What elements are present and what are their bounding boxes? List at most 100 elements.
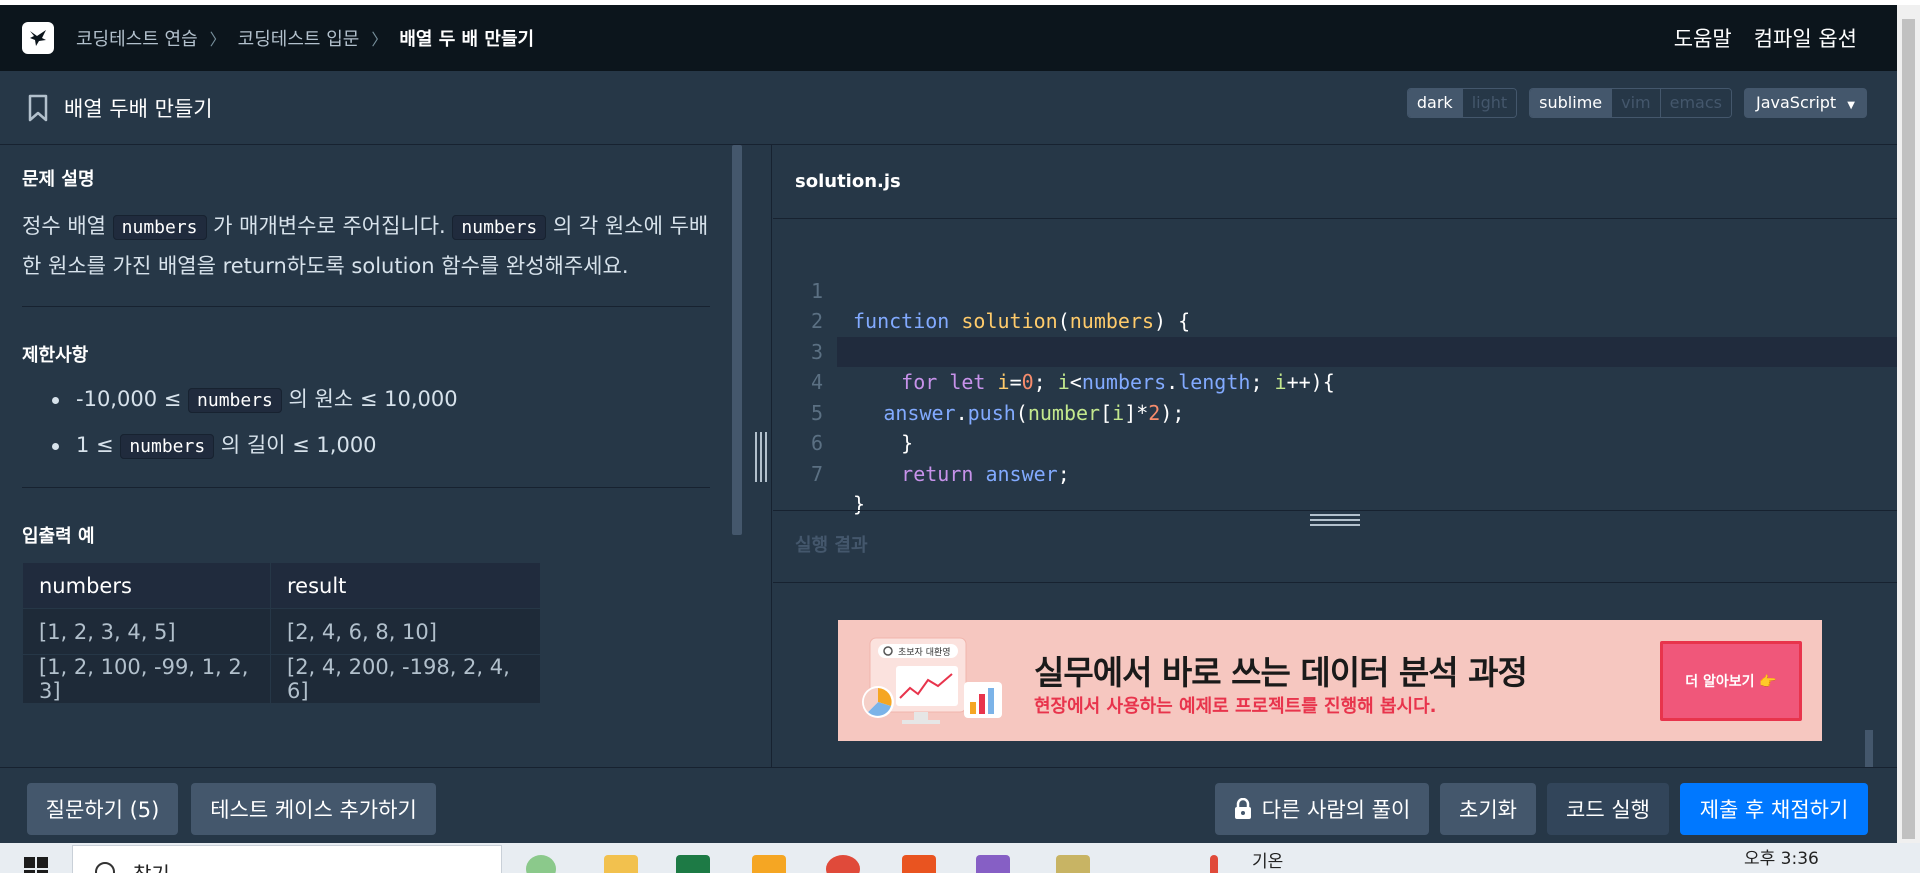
logo-bird-icon bbox=[30, 30, 46, 46]
compile-options-link[interactable]: 컴파일 옵션 bbox=[1754, 23, 1857, 53]
table-header-row: numbers result bbox=[22, 562, 541, 609]
code-line: 5 } bbox=[773, 367, 1897, 456]
keymap-vim-button[interactable]: vim bbox=[1611, 89, 1660, 117]
chrome-icon[interactable] bbox=[826, 855, 860, 873]
keymap-toggle: sublime vim emacs bbox=[1529, 88, 1732, 118]
line-number: 7 bbox=[810, 461, 823, 486]
learn-more-button[interactable]: 더 알아보기 👉 bbox=[1660, 641, 1802, 721]
bookmark-icon[interactable] bbox=[26, 94, 50, 122]
code-line: 6 return answer; bbox=[773, 398, 1897, 486]
ubuntu-icon[interactable] bbox=[902, 855, 936, 873]
code-line: 2 var answer = []; bbox=[773, 276, 1897, 364]
search-placeholder: 찾기 bbox=[133, 858, 170, 873]
code-numbers: numbers bbox=[452, 215, 547, 240]
programmers-ide-page: 코딩테스트 연습 〉 코딩테스트 입문 〉 배열 두 배 만들기 도움말 컴파일… bbox=[0, 0, 1920, 873]
code-numbers: numbers bbox=[188, 388, 282, 413]
table-cell: [1, 2, 100, -99, 1, 2, 3] bbox=[22, 654, 271, 704]
excel-icon[interactable] bbox=[676, 855, 710, 873]
banner-subtitle: 현장에서 사용하는 예제로 프로젝트를 진행해 봅시다. bbox=[1034, 696, 1437, 717]
folder-icon[interactable] bbox=[604, 855, 638, 873]
programmers-logo[interactable] bbox=[22, 22, 54, 54]
problem-title: 배열 두배 만들기 bbox=[64, 96, 213, 121]
other-solutions-button[interactable]: 다른 사람의 풀이 bbox=[1215, 783, 1429, 835]
limits-list: -10,000 ≤ numbers 의 원소 ≤ 10,000 1 ≤ numb… bbox=[52, 377, 710, 469]
table-cell: [2, 4, 200, -198, 2, 4, 6] bbox=[270, 654, 541, 704]
chevron-right-icon: 〉 bbox=[371, 30, 388, 49]
theme-light-button[interactable]: light bbox=[1461, 89, 1517, 117]
code-numbers: numbers bbox=[120, 434, 215, 459]
table-row: [1, 2, 100, -99, 1, 2, 3] [2, 4, 200, -1… bbox=[22, 654, 541, 704]
description-part: 정수 배열 bbox=[22, 214, 113, 238]
windows-start-icon[interactable] bbox=[24, 857, 48, 873]
submit-button[interactable]: 제출 후 채점하기 bbox=[1680, 783, 1868, 835]
editor-divider bbox=[773, 218, 1897, 219]
limit-text: 의 길이 ≤ 1,000 bbox=[214, 433, 377, 457]
banner-badge: 초보자 대환영 bbox=[898, 646, 951, 658]
lock-icon bbox=[1234, 798, 1251, 819]
breadcrumb-intro[interactable]: 코딩테스트 입문 bbox=[238, 25, 360, 51]
breadcrumb-practice[interactable]: 코딩테스트 연습 bbox=[76, 25, 198, 51]
description-text: 정수 배열 numbers 가 매개변수로 주어집니다. numbers 의 각… bbox=[22, 207, 712, 286]
problem-scrollbar[interactable] bbox=[732, 145, 742, 535]
theme-dark-button[interactable]: dark bbox=[1407, 89, 1462, 117]
thermometer-icon bbox=[1210, 855, 1218, 873]
limits-heading: 제한사항 bbox=[22, 345, 89, 366]
column-header: numbers bbox=[22, 562, 271, 609]
column-header: result bbox=[270, 562, 541, 609]
description-part: 가 매개변수로 주어집니다. bbox=[206, 214, 453, 238]
notes-app-icon[interactable] bbox=[752, 855, 786, 873]
banner-illustration: 초보자 대환영 bbox=[856, 632, 1006, 732]
keymap-sublime-button[interactable]: sublime bbox=[1530, 89, 1612, 117]
code-editor[interactable]: solution.js 1 function solution(numbers)… bbox=[773, 145, 1897, 517]
language-select[interactable]: JavaScript ▼ bbox=[1744, 88, 1867, 118]
chevron-right-icon: 〉 bbox=[209, 30, 226, 49]
scrollbar-thumb[interactable] bbox=[1902, 19, 1915, 839]
breadcrumb: 코딩테스트 연습 〉 코딩테스트 입문 〉 배열 두 배 만들기 bbox=[76, 25, 534, 51]
ad-banner[interactable]: 초보자 대환영 실무에서 바로 쓰는 데이터 분석 과정 현장에서 사용하는 예… bbox=[838, 620, 1822, 741]
io-heading: 입출력 예 bbox=[22, 526, 95, 547]
code-text: return answer; bbox=[901, 461, 1070, 486]
editor-filename: solution.js bbox=[795, 171, 901, 192]
section-divider bbox=[22, 487, 710, 488]
vertical-resize-handle[interactable] bbox=[753, 432, 769, 482]
horizontal-resize-handle[interactable] bbox=[1310, 514, 1360, 528]
table-cell: [1, 2, 3, 4, 5] bbox=[22, 608, 271, 655]
limit-item: -10,000 ≤ numbers 의 원소 ≤ 10,000 bbox=[52, 377, 710, 423]
visual-studio-icon[interactable] bbox=[976, 855, 1010, 873]
line-number: 3 bbox=[810, 339, 823, 364]
code-area[interactable]: 1 function solution(numbers) { 2 var ans… bbox=[773, 245, 1897, 517]
search-icon bbox=[95, 862, 115, 873]
result-scrollbar[interactable] bbox=[1865, 730, 1873, 767]
code-line: 1 function solution(numbers) { bbox=[773, 245, 1897, 334]
code-line: 7 } bbox=[773, 428, 1897, 517]
description-heading: 문제 설명 bbox=[22, 169, 95, 190]
nav-actions: 도움말 컴파일 옵션 bbox=[1674, 23, 1857, 53]
problem-panel[interactable]: 문제 설명 정수 배열 numbers 가 매개변수로 주어집니다. numbe… bbox=[0, 145, 772, 767]
action-bar: 질문하기 (5) 테스트 케이스 추가하기 다른 사람의 풀이 초기화 코드 실… bbox=[0, 767, 1897, 843]
table-row: [1, 2, 3, 4, 5] [2, 4, 6, 8, 10] bbox=[22, 608, 541, 655]
top-navigation: 코딩테스트 연습 〉 코딩테스트 입문 〉 배열 두 배 만들기 도움말 컴파일… bbox=[0, 5, 1897, 71]
app-icon[interactable] bbox=[1056, 855, 1090, 873]
help-link[interactable]: 도움말 bbox=[1674, 23, 1732, 53]
reset-button[interactable]: 초기화 bbox=[1440, 783, 1536, 835]
dashboard-illustration-icon: 초보자 대환영 bbox=[862, 637, 1002, 724]
caret-down-icon: ▼ bbox=[1847, 100, 1855, 111]
code-line: 3 for let i=0; i<numbers.length; i++){ bbox=[773, 306, 1897, 395]
atom-app-icon[interactable] bbox=[526, 855, 556, 873]
limit-text: 1 ≤ bbox=[76, 433, 121, 457]
other-solutions-label: 다른 사람의 풀이 bbox=[1261, 798, 1411, 822]
clock[interactable]: 오후 3:36 bbox=[1744, 844, 1819, 869]
keymap-emacs-button[interactable]: emacs bbox=[1659, 89, 1731, 117]
windows-taskbar: 찾기 기온 오후 3:36 bbox=[0, 843, 1920, 873]
breadcrumb-current: 배열 두 배 만들기 bbox=[399, 29, 535, 50]
code-numbers: numbers bbox=[112, 215, 207, 240]
add-testcase-button[interactable]: 테스트 케이스 추가하기 bbox=[191, 783, 436, 835]
limit-item: 1 ≤ numbers 의 길이 ≤ 1,000 bbox=[52, 423, 710, 469]
ask-question-button[interactable]: 질문하기 (5) bbox=[27, 783, 178, 835]
problem-title-bar: 배열 두배 만들기 dark light sublime vim emacs J… bbox=[0, 71, 1897, 145]
page-scrollbar[interactable] bbox=[1897, 5, 1920, 843]
taskbar-search-input[interactable]: 찾기 bbox=[72, 845, 502, 873]
language-value: JavaScript bbox=[1756, 93, 1837, 112]
run-code-button[interactable]: 코드 실행 bbox=[1547, 783, 1669, 835]
table-cell: [2, 4, 6, 8, 10] bbox=[270, 608, 541, 655]
